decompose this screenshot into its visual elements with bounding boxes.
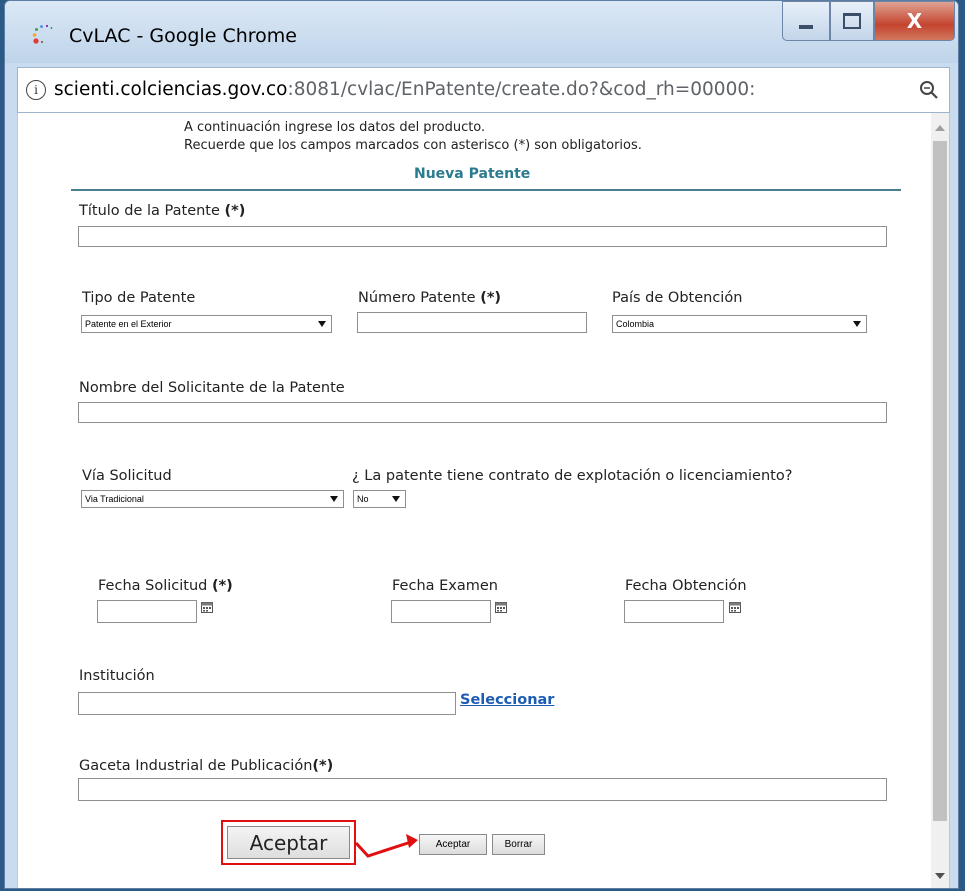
contrato-select-value: No xyxy=(357,494,369,504)
aceptar-zoom-callout: Aceptar xyxy=(221,820,356,865)
required-mark: (*) xyxy=(211,578,233,594)
pais-label: País de Obtención xyxy=(612,290,743,306)
minimize-button[interactable] xyxy=(782,1,830,41)
aceptar-button[interactable]: Aceptar xyxy=(419,834,487,855)
via-select[interactable]: Via Tradicional xyxy=(81,490,344,508)
intro-line-1: A continuación ingrese los datos del pro… xyxy=(184,120,486,135)
window-title: CvLAC - Google Chrome xyxy=(69,25,297,47)
heading-divider xyxy=(71,189,901,191)
gaceta-label: Gaceta Industrial de Publicación(*) xyxy=(79,758,333,774)
intro-line-2: Recuerde que los campos marcados con ast… xyxy=(184,138,642,153)
solicitante-input[interactable] xyxy=(78,402,887,423)
address-bar[interactable]: i scienti.colciencias.gov.co:8081/cvlac/… xyxy=(17,67,950,113)
tipo-select-value: Patente en el Exterior xyxy=(85,319,172,329)
close-button[interactable]: X xyxy=(874,1,955,41)
numero-input[interactable] xyxy=(357,312,587,333)
fecha-obtencion-input[interactable] xyxy=(624,600,724,623)
aceptar-zoom-label: Aceptar xyxy=(227,826,350,859)
fecha-solicitud-label: Fecha Solicitud (*) xyxy=(98,578,233,594)
institucion-label: Institución xyxy=(79,668,155,684)
fecha-examen-label: Fecha Examen xyxy=(392,578,498,594)
seleccionar-link[interactable]: Seleccionar xyxy=(460,692,554,708)
contrato-select[interactable]: No xyxy=(353,490,406,508)
gaceta-label-text: Gaceta Industrial de Publicación xyxy=(79,758,313,774)
zoom-icon[interactable] xyxy=(919,80,939,100)
calendar-icon[interactable] xyxy=(729,601,742,613)
intro-text: A continuación ingrese los datos del pro… xyxy=(184,119,642,155)
via-label: Vía Solicitud xyxy=(82,468,172,484)
close-icon: X xyxy=(906,9,923,33)
chevron-down-icon xyxy=(318,321,326,327)
titulo-label-text: Título de la Patente xyxy=(79,203,225,219)
scroll-thumb[interactable] xyxy=(933,141,947,821)
institucion-input[interactable] xyxy=(78,692,456,715)
solicitante-label: Nombre del Solicitante de la Patente xyxy=(79,380,345,396)
chevron-down-icon xyxy=(330,496,338,502)
required-mark: (*) xyxy=(224,203,246,219)
calendar-icon[interactable] xyxy=(495,601,508,613)
tipo-select[interactable]: Patente en el Exterior xyxy=(81,315,332,333)
gaceta-input[interactable] xyxy=(78,778,887,801)
chevron-down-icon xyxy=(392,496,400,502)
tipo-label: Tipo de Patente xyxy=(82,290,196,306)
app-icon xyxy=(32,24,53,44)
numero-label: Número Patente (*) xyxy=(358,290,501,306)
info-icon[interactable]: i xyxy=(26,80,46,100)
vertical-scrollbar[interactable] xyxy=(931,113,949,888)
form-heading: Nueva Patente xyxy=(414,166,531,182)
pais-select-value: Colombia xyxy=(616,319,655,329)
fecha-solicitud-text: Fecha Solicitud xyxy=(98,578,212,594)
titulo-input[interactable] xyxy=(78,226,887,247)
pais-select[interactable]: Colombia xyxy=(612,315,867,333)
maximize-icon xyxy=(843,13,861,29)
maximize-button[interactable] xyxy=(830,1,874,41)
fecha-obtencion-label: Fecha Obtención xyxy=(625,578,747,594)
chevron-down-icon xyxy=(853,321,861,327)
scroll-up-icon[interactable] xyxy=(935,125,945,131)
titulo-label: Título de la Patente (*) xyxy=(79,203,245,219)
via-select-value: Via Tradicional xyxy=(85,494,144,504)
title-bar: CvLAC - Google Chrome X xyxy=(5,1,958,63)
borrar-button[interactable]: Borrar xyxy=(492,834,545,855)
minimize-icon xyxy=(799,25,813,29)
url-host: scienti.colciencias.gov.co xyxy=(54,79,288,100)
fecha-solicitud-input[interactable] xyxy=(97,600,197,623)
required-mark: (*) xyxy=(312,758,334,774)
browser-window: CvLAC - Google Chrome X i scienti.colcie… xyxy=(4,0,959,889)
required-mark: (*) xyxy=(480,290,502,306)
url-text[interactable]: scienti.colciencias.gov.co:8081/cvlac/En… xyxy=(54,79,914,100)
contrato-label: ¿ La patente tiene contrato de explotaci… xyxy=(352,468,793,484)
scroll-down-icon[interactable] xyxy=(935,873,945,879)
url-path: :8081/cvlac/EnPatente/create.do?&cod_rh=… xyxy=(287,79,756,100)
numero-label-text: Número Patente xyxy=(358,290,481,306)
calendar-icon[interactable] xyxy=(201,601,214,613)
fecha-examen-input[interactable] xyxy=(391,600,491,623)
page-content: A continuación ingrese los datos del pro… xyxy=(17,113,950,888)
